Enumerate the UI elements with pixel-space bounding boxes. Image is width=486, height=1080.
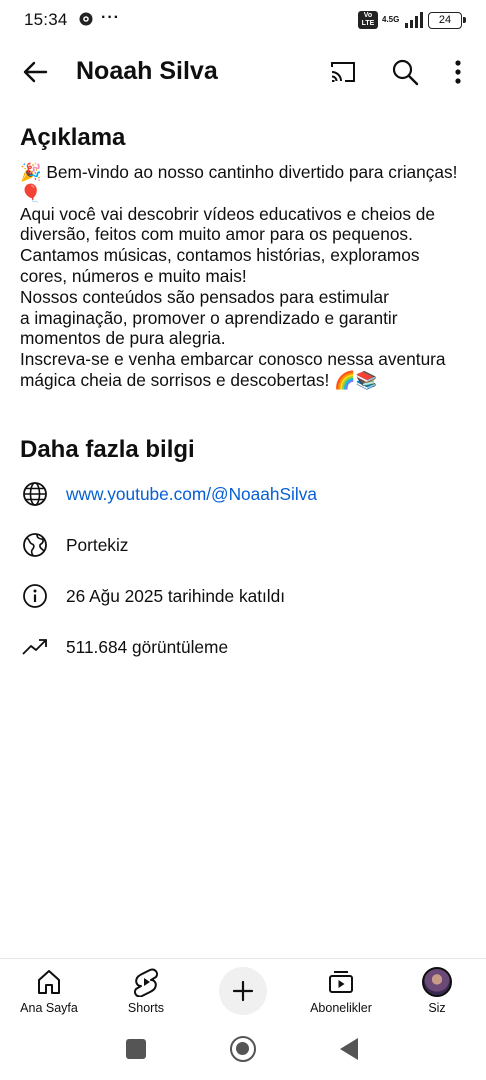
joined-row: 26 Ağu 2025 tarihinde katıldı xyxy=(20,576,470,616)
earth-icon xyxy=(20,530,50,560)
home-button[interactable] xyxy=(230,1036,256,1062)
subscriptions-icon xyxy=(327,965,355,999)
create-button[interactable] xyxy=(219,967,267,1015)
status-bar: 15:34 ··· Vo LTE 4.5G 24 xyxy=(0,0,486,40)
description-line: mágica cheia de sorrisos e descobertas! … xyxy=(20,369,378,390)
shorts-icon xyxy=(132,965,160,999)
app-header: Noaah Silva xyxy=(0,46,486,98)
recents-button[interactable] xyxy=(126,1039,146,1059)
description-line: Aqui você vai descobrir vídeos educativo… xyxy=(20,203,435,224)
country-text: Portekiz xyxy=(66,534,129,555)
nav-home-label: Ana Sayfa xyxy=(20,1001,78,1015)
volte-badge: Vo LTE xyxy=(358,11,378,29)
search-icon[interactable] xyxy=(390,57,420,87)
nav-you[interactable]: Siz xyxy=(417,959,457,1025)
back-arrow-icon[interactable] xyxy=(20,58,50,86)
status-more-dots: ··· xyxy=(101,9,120,26)
more-info-heading: Daha fazla bilgi xyxy=(20,436,195,463)
info-icon xyxy=(20,581,50,611)
views-row: 511.684 görüntüleme xyxy=(20,627,470,667)
channel-link[interactable]: www.youtube.com/@NoaahSilva xyxy=(66,484,317,505)
description-line: momentos de pura alegria. xyxy=(20,328,226,349)
bottom-navigation: Ana Sayfa Shorts Abonelikler Siz xyxy=(0,958,486,1024)
description-line: 🎉 Bem-vindo ao nosso cantinho divertido … xyxy=(20,162,458,182)
globe-icon xyxy=(20,479,50,509)
description-line: Inscreva-se e venha embarcar conosco nes… xyxy=(20,349,446,370)
description-line: a imaginação, promover o aprendizado e g… xyxy=(20,307,398,328)
country-row: Portekiz xyxy=(20,525,470,565)
more-vert-icon[interactable] xyxy=(446,57,470,87)
trending-up-icon xyxy=(20,632,50,662)
network-type: 4.5G xyxy=(382,15,400,24)
description-line: Nossos conteúdos são pensados para estim… xyxy=(20,286,389,307)
description-line: diversão, feitos com muito amor para os … xyxy=(20,224,413,245)
profile-avatar xyxy=(422,967,452,997)
views-text: 511.684 görüntüleme xyxy=(66,636,229,657)
settings-status-icon xyxy=(79,12,93,26)
nav-shorts-label: Shorts xyxy=(127,1001,165,1015)
channel-link-row[interactable]: www.youtube.com/@NoaahSilva xyxy=(20,474,470,514)
system-back-button[interactable] xyxy=(340,1038,358,1060)
nav-subscriptions-label: Abonelikler xyxy=(310,1001,372,1015)
description-line: Cantamos músicas, contamos histórias, ex… xyxy=(20,245,420,266)
signal-icon xyxy=(405,12,423,28)
joined-date-text: 26 Ağu 2025 tarihinde katıldı xyxy=(66,585,286,606)
nav-you-label: Siz xyxy=(428,1001,446,1015)
home-icon xyxy=(35,965,63,999)
battery-icon: 24 xyxy=(428,11,466,29)
description-line: 🎈 xyxy=(20,182,42,203)
avatar xyxy=(422,965,452,999)
status-right-group: Vo LTE 4.5G 24 xyxy=(358,10,466,30)
nav-home[interactable]: Ana Sayfa xyxy=(18,959,80,1025)
status-time: 15:34 xyxy=(24,10,68,29)
channel-description: 🎉 Bem-vindo ao nosso cantinho divertido … xyxy=(20,162,476,391)
nav-shorts[interactable]: Shorts xyxy=(116,959,176,1025)
page-title: Noaah Silva xyxy=(76,57,218,85)
description-heading: Açıklama xyxy=(20,124,126,151)
cast-icon[interactable] xyxy=(328,58,358,86)
nav-subscriptions[interactable]: Abonelikler xyxy=(305,959,377,1025)
description-line: cores, números e muito mais! xyxy=(20,265,247,286)
system-navigation-bar xyxy=(0,1024,486,1080)
create-plus-icon xyxy=(232,980,254,1002)
